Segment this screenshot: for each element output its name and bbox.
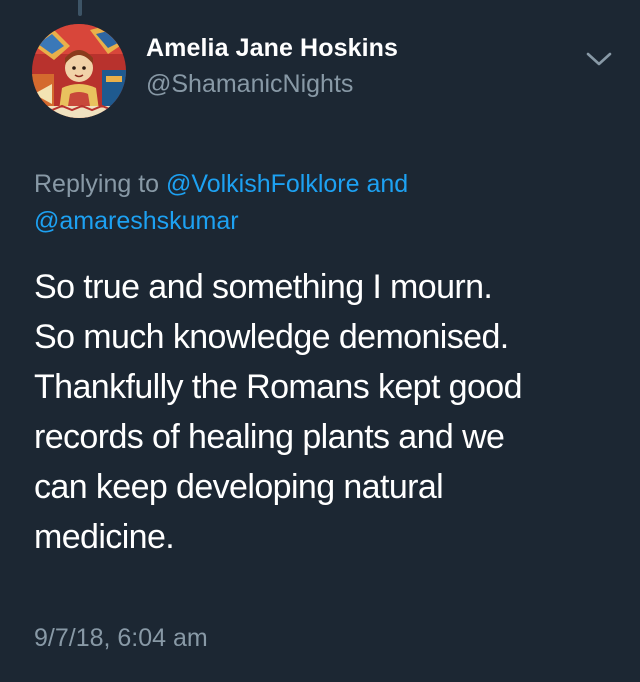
tweet-text-line: records of healing plants and we (34, 418, 505, 456)
reply-prefix: Replying to (34, 170, 167, 198)
tweet-timestamp[interactable]: 9/7/18, 6:04 am (34, 624, 208, 653)
tweet-text-line: So much knowledge demonised. (34, 318, 509, 356)
avatar[interactable] (32, 24, 126, 118)
tweet-text: So true and something I mourn. So much k… (34, 262, 624, 562)
chevron-down-icon (586, 52, 612, 66)
tweet-text-line: Thankfully the Romans kept good (34, 368, 523, 406)
tweet-text-line: So true and something I mourn. (34, 268, 493, 306)
thread-connector-line (78, 0, 82, 16)
author-name[interactable]: Amelia Jane Hoskins (146, 34, 398, 63)
reply-context: Replying to @VolkishFolklore and @amares… (34, 166, 614, 240)
tweet-menu-button[interactable] (584, 44, 614, 74)
tweet-text-line: medicine. (34, 518, 175, 556)
author-handle[interactable]: @ShamanicNights (146, 70, 353, 99)
mention-link-volkishfolklore[interactable]: @VolkishFolklore (166, 170, 360, 198)
reply-joiner: and (359, 170, 409, 198)
avatar-image (32, 24, 126, 118)
mention-link-amareshskumar[interactable]: @amareshskumar (34, 207, 239, 235)
tweet-text-line: can keep developing natural (34, 468, 444, 506)
